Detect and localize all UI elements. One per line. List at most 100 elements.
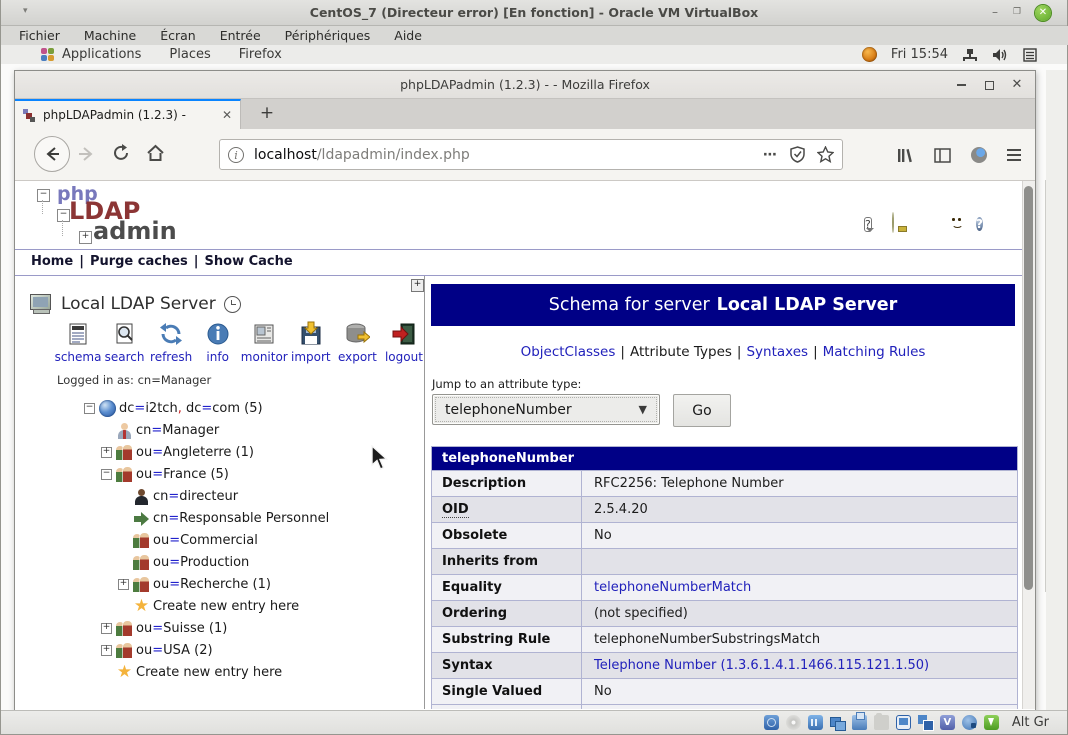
donate-smiley-icon[interactable] [948,213,967,232]
attribute-select[interactable]: telephoneNumber ▼ [432,394,660,425]
tree-item-label[interactable]: ou=USA (2) [136,643,213,658]
tree-item-label[interactable]: Create new entry here [153,599,299,614]
back-icon[interactable] [34,136,70,172]
tab-close-icon[interactable]: ✕ [222,108,232,122]
site-info-icon[interactable]: i [228,146,244,163]
nav-link-purge-caches[interactable]: Purge caches [90,254,188,269]
shared-folders-icon[interactable] [873,713,889,730]
tab-phpldapadmin[interactable]: phpLDAPadmin (1.2.3) - ✕ [15,99,241,129]
tree-item[interactable]: ★ Create new entry here [118,595,424,617]
tree-item-label[interactable]: Create new entry here [136,665,282,680]
display-icon[interactable] [895,715,911,730]
mouse-integration-icon[interactable] [961,715,977,730]
vbox-menu-périphériques[interactable]: Périphériques [285,28,371,43]
expand-minus-icon[interactable]: − [84,402,98,414]
scrollbar-thumb[interactable] [1024,186,1033,590]
row-value[interactable]: telephoneNumberMatch [582,575,1017,600]
export-button[interactable]: export [334,321,380,364]
url-bar[interactable]: i localhost/ldapadmin/index.php ⋯ [219,139,843,170]
tree-item-label[interactable]: cn=Manager [136,423,219,438]
url-text[interactable]: localhost/ldapadmin/index.php [254,147,763,163]
gnome-menu-firefox[interactable]: Firefox [239,47,282,62]
refresh-button[interactable]: refresh [148,321,194,364]
info-button[interactable]: info [195,321,241,364]
vertical-scrollbar[interactable] [1022,181,1035,709]
import-button[interactable]: import [288,321,334,364]
schema-link-objectclasses[interactable]: ObjectClasses [521,344,616,360]
tree-item[interactable]: − dc=i2tch, dc=com (5) [84,397,424,419]
tree-item[interactable]: cn=directeur [118,485,424,507]
account-icon[interactable] [971,147,987,163]
tree-item-label[interactable]: cn=directeur [153,489,238,504]
nav-link-home[interactable]: Home [31,254,73,269]
clock[interactable]: Fri 15:54 [891,47,948,62]
vbox-restore-button[interactable]: ❐ [1009,5,1025,21]
usb-icon[interactable] [851,712,867,730]
server-title[interactable]: Local LDAP Server [29,294,241,314]
seamless-icon[interactable] [917,715,934,731]
audio-icon[interactable] [807,715,823,730]
vbox-minimize-button[interactable]: – [987,5,1003,21]
harddisk-icon[interactable] [763,715,779,730]
optical-disc-icon[interactable] [785,715,801,730]
help-icon[interactable]: ? [976,213,995,232]
tree-item[interactable]: + ou=Suisse (1) [101,617,424,639]
features-icon[interactable]: V [939,715,955,730]
network-icon[interactable] [962,48,978,62]
tree-item[interactable]: cn=Manager [101,419,424,441]
page-actions-icon[interactable]: ⋯ [763,147,778,163]
firefox-titlebar[interactable]: phpLDAPadmin (1.2.3) - - Mozilla Firefox… [15,71,1035,99]
row-value[interactable]: Telephone Number (1.3.6.1.4.1.1466.115.1… [582,653,1017,678]
firefox-minimize-button[interactable] [953,77,969,93]
expand-plus-icon[interactable]: + [101,644,115,656]
tree-item[interactable]: ou=Production [118,551,424,573]
volume-icon[interactable] [992,48,1009,62]
tree-item-label[interactable]: cn=Responsable Personnel [153,511,329,526]
tooltip-icon[interactable]: ? [864,213,883,232]
gnome-menu-places[interactable]: Places [169,47,210,62]
updates-icon[interactable] [861,47,877,62]
nav-link-show-cache[interactable]: Show Cache [205,254,293,269]
logout-button[interactable]: logout [381,321,427,364]
tree-item-label[interactable]: dc=i2tch, dc=com (5) [119,401,263,416]
tree-item[interactable]: ★ Create new entry here [101,661,424,683]
vbox-titlebar[interactable]: ▾ CentOS_7 (Directeur error) [En fonctio… [1,0,1067,26]
tree-item-label[interactable]: ou=Production [153,555,249,570]
tree-item-label[interactable]: ou=Angleterre (1) [136,445,254,460]
keyboard-capture-icon[interactable] [983,715,999,730]
expand-plus-icon[interactable]: + [118,578,132,590]
network-icon[interactable] [829,715,846,731]
menu-icon[interactable] [1007,146,1021,164]
expand-minus-icon[interactable]: − [101,468,115,480]
tree-item-label[interactable]: ou=Suisse (1) [136,621,227,636]
server-name[interactable]: Local LDAP Server [61,294,216,314]
tree-item[interactable]: − ou=France (5) [101,463,424,485]
window-list-icon[interactable] [1023,47,1037,62]
vbox-menu-fichier[interactable]: Fichier [19,28,60,43]
tree-item[interactable]: + ou=Recherche (1) [118,573,424,595]
tree-item[interactable]: + ou=Angleterre (1) [101,441,424,463]
vbox-menu-écran[interactable]: Écran [160,28,196,43]
new-tab-button[interactable]: + [255,103,279,123]
reload-icon[interactable] [113,144,131,166]
gnome-menu-applications[interactable]: Applications [62,47,141,62]
lightbulb-icon[interactable] [892,212,911,233]
schema-button[interactable]: schema [55,321,101,364]
vbox-menu-machine[interactable]: Machine [84,28,136,43]
tree-item[interactable]: + ou=USA (2) [101,639,424,661]
tree-item-label[interactable]: ou=Commercial [153,533,258,548]
go-button[interactable]: Go [673,394,731,427]
vbox-close-button[interactable]: ✕ [1035,5,1051,21]
tree-collapse-button[interactable]: + [411,279,424,292]
vbox-menu-aide[interactable]: Aide [394,28,422,43]
bug-icon[interactable] [920,213,939,232]
search-button[interactable]: search [102,321,148,364]
tree-item-label[interactable]: ou=Recherche (1) [153,577,271,592]
firefox-maximize-button[interactable] [981,77,997,93]
tree-item[interactable]: cn=Responsable Personnel [118,507,424,529]
schema-link-matching-rules[interactable]: Matching Rules [823,344,926,360]
schema-link-syntaxes[interactable]: Syntaxes [746,344,808,360]
forward-icon[interactable] [77,145,95,167]
tree-item-label[interactable]: ou=France (5) [136,467,229,482]
sidebar-icon[interactable] [934,147,951,163]
